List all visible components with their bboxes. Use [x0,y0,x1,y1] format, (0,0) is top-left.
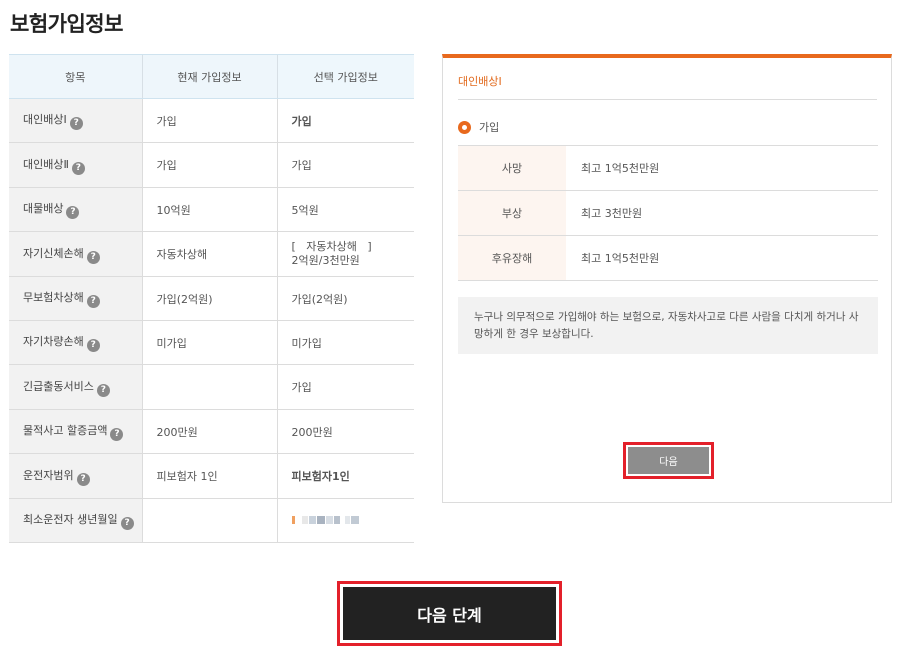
row-label: 물적사고 할증금액 [23,424,108,437]
current-value: 자동차상해 [141,231,277,277]
table-row: 대인배상Ⅰ? 가입 가입 [9,98,414,143]
table-row: 물적사고 할증금액? 200만원 200만원 [9,409,414,454]
row-label: 자기차량손해 [23,335,84,348]
help-icon[interactable]: ? [86,295,100,308]
row-label: 무보험차상해 [23,291,84,304]
selected-value [276,498,414,543]
current-value: 가입 [141,142,277,188]
masked-birthdate-image [291,514,360,527]
selected-value: 가입 [276,364,414,410]
current-value: 피보험자 1인 [141,453,277,499]
row-label: 대물배상 [23,202,64,215]
coverage-key: 후유장해 [458,235,566,281]
help-icon[interactable]: ? [120,517,134,530]
table-row: 최소운전자 생년월일? [9,498,414,543]
row-label: 운전자범위 [23,468,74,482]
coverage-row: 부상 최고 3천만원 [458,190,878,236]
coverage-row: 사망 최고 1억5천만원 [458,145,878,191]
radio-selected-icon[interactable] [458,120,471,134]
coverage-description: 누구나 의무적으로 가입해야 하는 보험으로, 자동차사고로 다른 사람을 다치… [458,297,878,354]
current-value: 미가입 [141,320,277,365]
table-row: 자기신체손해? 자동차상해 [ 자동차상해 ] 2억원/3천만원 [9,231,414,277]
header-item: 항목 [9,54,142,99]
selected-value: 미가입 [276,320,414,365]
header-current: 현재 가입정보 [141,54,277,99]
next-button-highlight: 다음 [623,442,714,479]
insurance-info-table: 항목 현재 가입정보 선택 가입정보 대인배상Ⅰ? 가입 가입 대인배상Ⅱ? 가… [9,54,414,543]
selected-value: 가입 [276,98,414,143]
subscribe-radio-option[interactable]: 가입 [458,119,499,135]
next-button[interactable]: 다음 [628,447,709,474]
header-selected: 선택 가입정보 [276,54,414,99]
current-value: 가입 [141,98,277,143]
table-row: 대인배상Ⅱ? 가입 가입 [9,142,414,188]
selected-value: 피보험자1인 [276,453,414,499]
help-icon[interactable]: ? [86,339,100,352]
radio-label: 가입 [479,121,500,134]
next-step-button[interactable]: 다음 단계 [343,587,556,640]
row-label: 자기신체손해 [23,246,84,260]
selected-value-line1: [ 자동차상해 ] [291,240,372,253]
current-value: 10억원 [141,187,277,232]
table-header-row: 항목 현재 가입정보 선택 가입정보 [9,54,414,99]
panel-title: 대인배상Ⅰ [458,75,502,88]
coverage-table: 사망 최고 1억5천만원 부상 최고 3천만원 후유장해 최고 1억5천만원 [458,145,878,281]
row-label: 대인배상Ⅱ [23,157,69,171]
current-value [141,498,277,543]
current-value: 가입(2억원) [141,276,277,321]
coverage-value: 최고 1억5천만원 [566,235,878,281]
help-icon[interactable]: ? [76,472,90,486]
page-title: 보험가입정보 [10,12,123,36]
coverage-key: 사망 [458,145,566,191]
coverage-value: 최고 1억5천만원 [566,145,878,191]
next-step-button-highlight: 다음 단계 [337,581,562,646]
coverage-value: 최고 3천만원 [566,190,878,236]
selected-value: 5억원 [276,187,414,232]
selected-value: 200만원 [276,409,414,454]
help-icon[interactable]: ? [66,206,80,219]
table-row: 긴급출동서비스? 가입 [9,364,414,410]
table-row: 자기차량손해? 미가입 미가입 [9,320,414,365]
row-label: 대인배상Ⅰ [23,113,67,126]
coverage-row: 후유장해 최고 1억5천만원 [458,235,878,281]
table-row: 대물배상? 10억원 5억원 [9,187,414,232]
help-icon[interactable]: ? [69,117,83,130]
selected-value: [ 자동차상해 ] 2억원/3천만원 [276,231,414,277]
row-label: 최소운전자 생년월일 [23,513,118,526]
help-icon[interactable]: ? [96,383,110,397]
selected-value: 가입 [276,142,414,188]
row-label: 긴급출동서비스 [23,379,94,393]
selected-value-line2: 2억원/3천만원 [291,254,360,267]
table-row: 무보험차상해? 가입(2억원) 가입(2억원) [9,276,414,321]
current-value: 200만원 [141,409,277,454]
coverage-detail-panel: 대인배상Ⅰ 가입 사망 최고 1억5천만원 부상 최고 3천만원 후유장해 최고… [442,54,892,503]
help-icon[interactable]: ? [110,428,124,441]
help-icon[interactable]: ? [71,161,85,175]
selected-value: 가입(2억원) [276,276,414,321]
coverage-key: 부상 [458,190,566,236]
panel-divider [458,99,877,100]
current-value [141,364,277,410]
help-icon[interactable]: ? [86,250,100,264]
table-row: 운전자범위? 피보험자 1인 피보험자1인 [9,453,414,499]
